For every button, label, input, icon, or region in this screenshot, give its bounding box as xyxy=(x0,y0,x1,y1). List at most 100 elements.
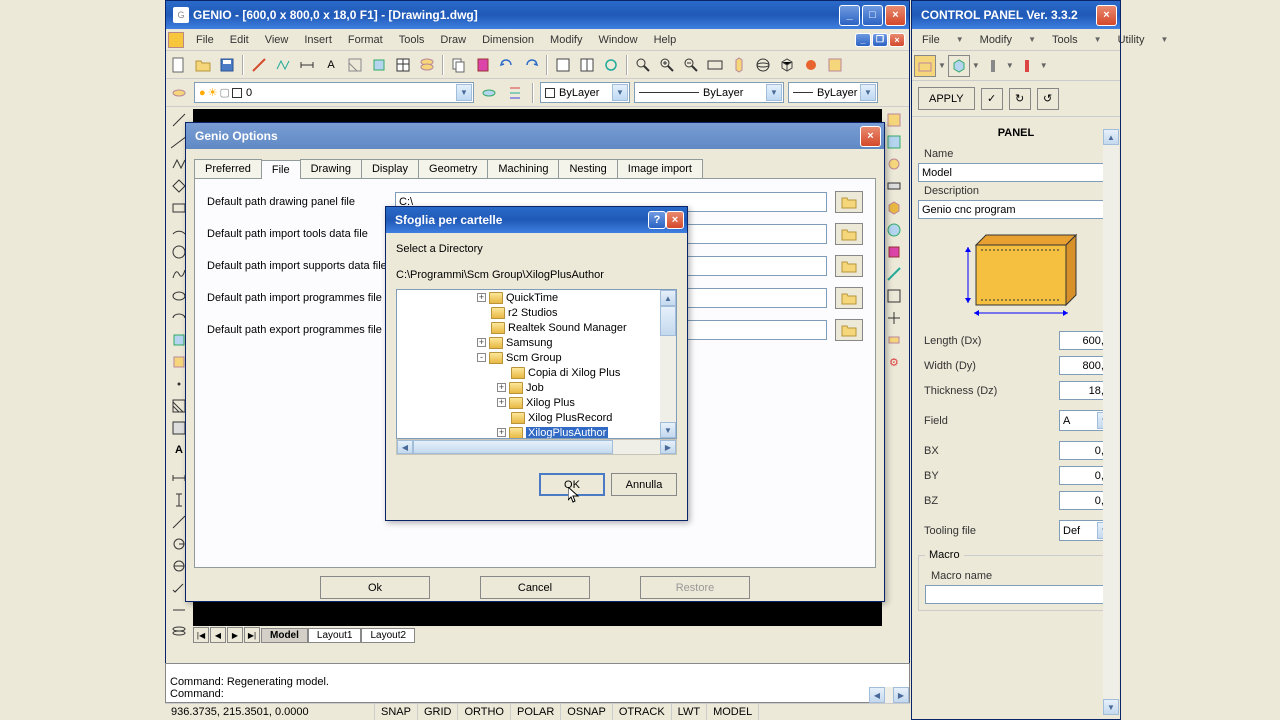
tool-zoomext-icon[interactable] xyxy=(704,54,726,76)
tool-redo-icon[interactable] xyxy=(520,54,542,76)
macro-name-input[interactable] xyxy=(925,585,1107,604)
tab-display[interactable]: Display xyxy=(361,159,419,178)
desc-input[interactable] xyxy=(918,200,1114,219)
field1-browse-button[interactable] xyxy=(835,191,863,213)
tree-node[interactable]: +Samsung xyxy=(397,335,660,350)
rtool-7-icon[interactable] xyxy=(883,241,905,263)
cp-tool2-icon[interactable] xyxy=(948,55,970,77)
tree-node[interactable]: -Scm Group xyxy=(397,350,660,365)
tool-win2-icon[interactable] xyxy=(576,54,598,76)
menu-dimension[interactable]: Dimension xyxy=(474,32,542,48)
tab-nesting[interactable]: Nesting xyxy=(558,159,617,178)
scroll-up-icon[interactable]: ▲ xyxy=(660,290,676,306)
tree-hscroll[interactable]: ◀ ▶ xyxy=(396,439,677,455)
scroll-right-icon[interactable]: ▶ xyxy=(660,440,676,454)
layer-props-icon[interactable] xyxy=(168,82,190,104)
menu-draw[interactable]: Draw xyxy=(432,32,474,48)
layer-combo[interactable]: ● ☀ ▢ 0 ▼ xyxy=(194,82,474,103)
rtool-2-icon[interactable] xyxy=(883,131,905,153)
tab-preferred[interactable]: Preferred xyxy=(194,159,262,178)
tool-table-icon[interactable] xyxy=(392,54,414,76)
tool-refresh-icon[interactable] xyxy=(600,54,622,76)
maximize-button[interactable]: □ xyxy=(862,5,883,26)
cp-tool1-icon[interactable] xyxy=(914,55,936,77)
browse-cancel-button[interactable]: Annulla xyxy=(611,473,677,496)
cmd-scroll-left[interactable]: ◀ xyxy=(869,687,885,703)
tree-node[interactable]: +Job xyxy=(397,380,660,395)
rtool-9-icon[interactable] xyxy=(883,285,905,307)
tool-dim-icon[interactable] xyxy=(296,54,318,76)
tree-node[interactable]: Copia di Xilog Plus xyxy=(397,365,660,380)
tree-node[interactable]: +Xilog Plus xyxy=(397,395,660,410)
tree-node[interactable]: Realtek Sound Manager xyxy=(397,320,660,335)
tool-3dorbit-icon[interactable] xyxy=(752,54,774,76)
expand-icon[interactable]: + xyxy=(497,383,506,392)
mode-lwt[interactable]: LWT xyxy=(672,704,707,720)
rtool-8-icon[interactable] xyxy=(883,263,905,285)
tool-copy-icon[interactable] xyxy=(448,54,470,76)
mode-osnap[interactable]: OSNAP xyxy=(561,704,613,720)
lineweight-combo[interactable]: ByLayer ▼ xyxy=(788,82,878,103)
tab-first-icon[interactable]: |◀ xyxy=(193,627,209,643)
ltool-layers-icon[interactable] xyxy=(168,621,190,643)
tab-drawing[interactable]: Drawing xyxy=(300,159,362,178)
expand-icon[interactable]: - xyxy=(477,353,486,362)
tree-node[interactable]: +XilogPlusAuthor xyxy=(397,425,660,439)
apply-button[interactable]: APPLY xyxy=(918,87,975,110)
expand-icon[interactable]: + xyxy=(477,293,486,302)
tree-node[interactable]: Xilog PlusRecord xyxy=(397,410,660,425)
cp-tool4-icon[interactable] xyxy=(1016,55,1038,77)
mode-model[interactable]: MODEL xyxy=(707,704,759,720)
scroll-thumb[interactable] xyxy=(660,306,676,336)
linetype-combo[interactable]: ByLayer ▼ xyxy=(634,82,784,103)
rtool-12-icon[interactable]: ⚙ xyxy=(883,351,905,373)
cp-menu-tools[interactable]: Tools xyxy=(1044,32,1086,48)
tab-machining[interactable]: Machining xyxy=(487,159,559,178)
tool-text-icon[interactable]: A xyxy=(320,54,342,76)
menu-window[interactable]: Window xyxy=(590,32,645,48)
mode-ortho[interactable]: ORTHO xyxy=(458,704,511,720)
browse-help-button[interactable]: ? xyxy=(648,211,666,229)
mode-polar[interactable]: POLAR xyxy=(511,704,561,720)
menu-file[interactable]: File xyxy=(188,32,222,48)
menu-help[interactable]: Help xyxy=(646,32,685,48)
cpanel-close-button[interactable]: × xyxy=(1096,5,1117,26)
cp-menu-utility[interactable]: Utility xyxy=(1110,32,1153,48)
minimize-button[interactable]: _ xyxy=(839,5,860,26)
tool-render-icon[interactable] xyxy=(800,54,822,76)
menu-tools[interactable]: Tools xyxy=(391,32,433,48)
menu-edit[interactable]: Edit xyxy=(222,32,257,48)
sheet-tab-layout1[interactable]: Layout1 xyxy=(308,628,362,643)
mode-grid[interactable]: GRID xyxy=(418,704,459,720)
cpanel-vscroll[interactable]: ▲▼ xyxy=(1103,129,1119,715)
cp-menu-modify[interactable]: Modify xyxy=(972,32,1020,48)
layer-prev-icon[interactable] xyxy=(478,82,500,104)
tree-node[interactable]: +QuickTime xyxy=(397,290,660,305)
rtool-11-icon[interactable] xyxy=(883,329,905,351)
expand-icon[interactable]: + xyxy=(497,398,506,407)
browse-ok-button[interactable]: OK xyxy=(539,473,605,496)
command-line[interactable]: Command: Regenerating model. Command: xyxy=(165,663,910,703)
menu-format[interactable]: Format xyxy=(340,32,391,48)
cp-check-icon[interactable]: ✓ xyxy=(981,88,1003,110)
mdi-close[interactable]: × xyxy=(889,33,905,47)
folder-tree[interactable]: +QuickTimer2 StudiosRealtek Sound Manage… xyxy=(396,289,677,439)
menu-modify[interactable]: Modify xyxy=(542,32,590,48)
tab-geometry[interactable]: Geometry xyxy=(418,159,488,178)
color-combo[interactable]: ByLayer ▼ xyxy=(540,82,630,103)
field4-browse-button[interactable] xyxy=(835,287,863,309)
rtool-6-icon[interactable] xyxy=(883,219,905,241)
cp-refresh1-icon[interactable]: ↻ xyxy=(1009,88,1031,110)
rtool-4-icon[interactable] xyxy=(883,175,905,197)
scroll-left-icon[interactable]: ◀ xyxy=(397,440,413,454)
tree-node[interactable]: r2 Studios xyxy=(397,305,660,320)
tool-hatch-icon[interactable] xyxy=(344,54,366,76)
cp-refresh2-icon[interactable]: ↺ xyxy=(1037,88,1059,110)
expand-icon[interactable]: + xyxy=(497,428,506,437)
tool-save-icon[interactable] xyxy=(216,54,238,76)
options-restore-button[interactable]: Restore xyxy=(640,576,750,599)
tool-block-icon[interactable] xyxy=(368,54,390,76)
menu-insert[interactable]: Insert xyxy=(296,32,340,48)
expand-icon[interactable]: + xyxy=(477,338,486,347)
field2-browse-button[interactable] xyxy=(835,223,863,245)
